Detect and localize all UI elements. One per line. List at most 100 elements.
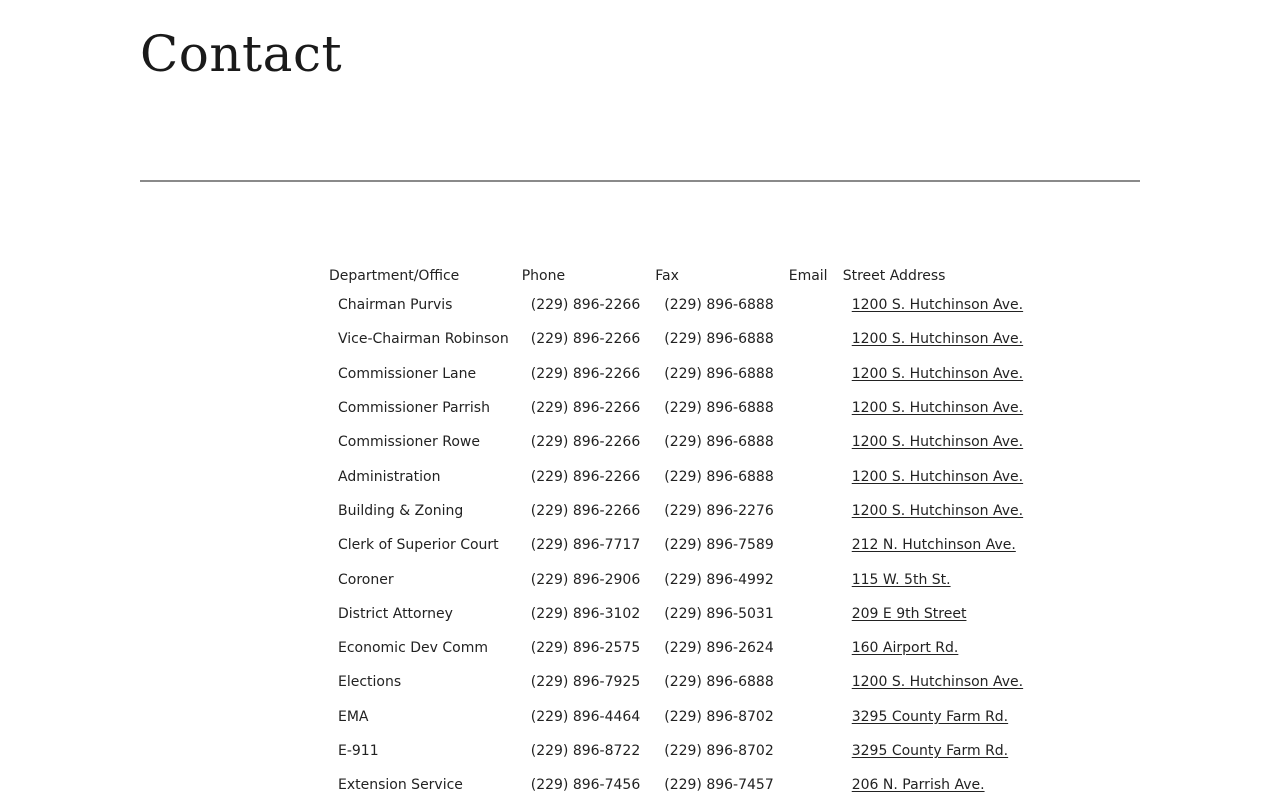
table-row: District Attorney (229) 896-3102 (229) 896… (326, 597, 1035, 631)
address-link[interactable]: 206 N. Parrish Ave. (852, 777, 985, 793)
phone-number: (229) 896-7925 (530, 674, 641, 691)
phone-number: (229) 896-2266 (530, 502, 641, 519)
phone-number: (229) 896-2575 (530, 640, 641, 657)
fax-number: (229) 896-8702 (664, 708, 774, 725)
address-link[interactable]: 115 W. 5th St. (852, 572, 951, 588)
table-row: Vice-Chairman Robinson (229) 896-2266 (229… (326, 322, 1035, 356)
table-row: Extension Service (229) 896-7456 (229) 896… (326, 768, 1035, 800)
phone-number: (229) 896-2266 (530, 400, 641, 417)
table-row: E-911 (229) 896-8722 (229) 896-8702 3295 Co… (326, 734, 1035, 768)
department-name: Coroner (338, 571, 394, 588)
fax-number: (229) 896-6888 (664, 400, 774, 417)
department-name: Elections (338, 674, 402, 691)
fax-number: (229) 896-6888 (664, 331, 774, 348)
fax-number: (229) 896-4992 (664, 571, 774, 588)
department-name: Chairman Purvis (338, 297, 453, 314)
fax-number: (229) 896-6888 (664, 434, 774, 451)
table-row: Chairman Purvis (229) 896-2266 (229) 896-6… (326, 288, 1035, 322)
table-row: Administration (229) 896-2266 (229) 896-68… (326, 459, 1035, 493)
address-link[interactable]: 212 N. Hutchinson Ave. (852, 537, 1016, 553)
table-header-row: Department/Office Phone Fax Email Street… (326, 262, 1035, 288)
address-cell: 160 Airport Rd. (840, 631, 1035, 665)
email-cell (786, 288, 840, 322)
table-row: Commissioner Rowe (229) 896-2266 (229) 896… (326, 425, 1035, 459)
department-name: Economic Dev Comm (338, 640, 488, 657)
address-link[interactable]: 1200 S. Hutchinson Ave. (852, 674, 1023, 690)
fax-number: (229) 896-2624 (664, 640, 774, 657)
address-link[interactable]: 1200 S. Hutchinson Ave. (852, 331, 1023, 347)
table-body: Chairman Purvis (229) 896-2266 (229) 896-6… (326, 288, 1035, 800)
address-link[interactable]: 1200 S. Hutchinson Ave. (852, 400, 1023, 416)
phone-number: (229) 896-2266 (530, 331, 641, 348)
address-link[interactable]: 3295 County Farm Rd. (852, 709, 1008, 725)
address-cell: 1200 S. Hutchinson Ave. (840, 494, 1035, 528)
department-name: Building & Zoning (338, 502, 464, 519)
department-name: Clerk of Superior Court (338, 537, 499, 554)
email-cell (786, 322, 840, 356)
phone-number: (229) 896-8722 (530, 743, 641, 759)
fax-number: (229) 896-6888 (664, 297, 774, 314)
phone-number: (229) 896-2266 (530, 365, 641, 382)
email-cell (786, 425, 840, 459)
email-cell (786, 631, 840, 665)
email-cell (786, 700, 840, 734)
fax-number: (229) 896-7457 (664, 777, 774, 794)
address-link[interactable]: 1200 S. Hutchinson Ave. (852, 366, 1023, 382)
table-row: EMA (229) 896-4464 (229) 896-8702 3295 Coun… (326, 700, 1035, 734)
fax-number: (229) 896-5031 (664, 605, 774, 622)
department-name: Administration (338, 468, 441, 485)
email-cell (786, 459, 840, 493)
address-link[interactable]: 1200 S. Hutchinson Ave. (852, 503, 1023, 519)
contact-table: Department/Office Phone Fax Email Street… (326, 262, 1035, 800)
fax-number: (229) 896-8702 (664, 743, 774, 759)
email-cell (786, 391, 840, 425)
address-link[interactable]: 1200 S. Hutchinson Ave. (852, 469, 1023, 485)
address-cell: 1200 S. Hutchinson Ave. (840, 425, 1035, 459)
address-link[interactable]: 160 Airport Rd. (852, 640, 959, 656)
address-link[interactable]: 1200 S. Hutchinson Ave. (852, 434, 1023, 450)
address-cell: 1200 S. Hutchinson Ave. (840, 665, 1035, 699)
phone-number: (229) 896-2266 (530, 297, 641, 314)
header-fax: Fax (655, 268, 679, 284)
page-title: Contact (140, 25, 343, 83)
phone-number: (229) 896-7456 (530, 777, 641, 794)
header-phone: Phone (521, 268, 566, 284)
table-row: Elections (229) 896-7925 (229) 896-6888 120… (326, 665, 1035, 699)
address-cell: 209 E 9th Street (840, 597, 1035, 631)
table-row: Clerk of Superior Court (229) 896-7717 (22… (326, 528, 1035, 562)
fax-number: (229) 896-2276 (664, 502, 774, 519)
address-cell: 1200 S. Hutchinson Ave. (840, 322, 1035, 356)
table-row: Building & Zoning (229) 896-2266 (229) 896… (326, 494, 1035, 528)
email-cell (786, 768, 840, 800)
department-name: Extension Service (338, 777, 463, 794)
header-address: Street Address (842, 268, 946, 284)
department-name: E-911 (338, 743, 379, 759)
fax-number: (229) 896-6888 (664, 468, 774, 485)
department-name: Commissioner Parrish (338, 400, 490, 417)
address-cell: 212 N. Hutchinson Ave. (840, 528, 1035, 562)
phone-number: (229) 896-3102 (530, 605, 641, 622)
department-name: Vice-Chairman Robinson (338, 331, 509, 348)
address-link[interactable]: 3295 County Farm Rd. (852, 743, 1008, 759)
address-cell: 1200 S. Hutchinson Ave. (840, 391, 1035, 425)
address-cell: 1200 S. Hutchinson Ave. (840, 357, 1035, 391)
email-cell (786, 528, 840, 562)
fax-number: (229) 896-7589 (664, 537, 774, 554)
fax-number: (229) 896-6888 (664, 365, 774, 382)
email-cell (786, 494, 840, 528)
phone-number: (229) 896-7717 (530, 537, 641, 554)
address-cell: 115 W. 5th St. (840, 562, 1035, 596)
department-name: Commissioner Rowe (338, 434, 480, 451)
department-name: District Attorney (338, 605, 453, 622)
address-link[interactable]: 1200 S. Hutchinson Ave. (852, 297, 1023, 313)
section-divider (140, 180, 1140, 182)
email-cell (786, 734, 840, 768)
department-name: Commissioner Lane (338, 365, 477, 382)
email-cell (786, 597, 840, 631)
header-email: Email (788, 268, 828, 284)
table-row: Coroner (229) 896-2906 (229) 896-4992 115 W… (326, 562, 1035, 596)
address-link[interactable]: 209 E 9th Street (852, 606, 967, 622)
email-cell (786, 562, 840, 596)
header-department: Department/Office (329, 268, 460, 284)
table-row: Commissioner Parrish (229) 896-2266 (229) … (326, 391, 1035, 425)
